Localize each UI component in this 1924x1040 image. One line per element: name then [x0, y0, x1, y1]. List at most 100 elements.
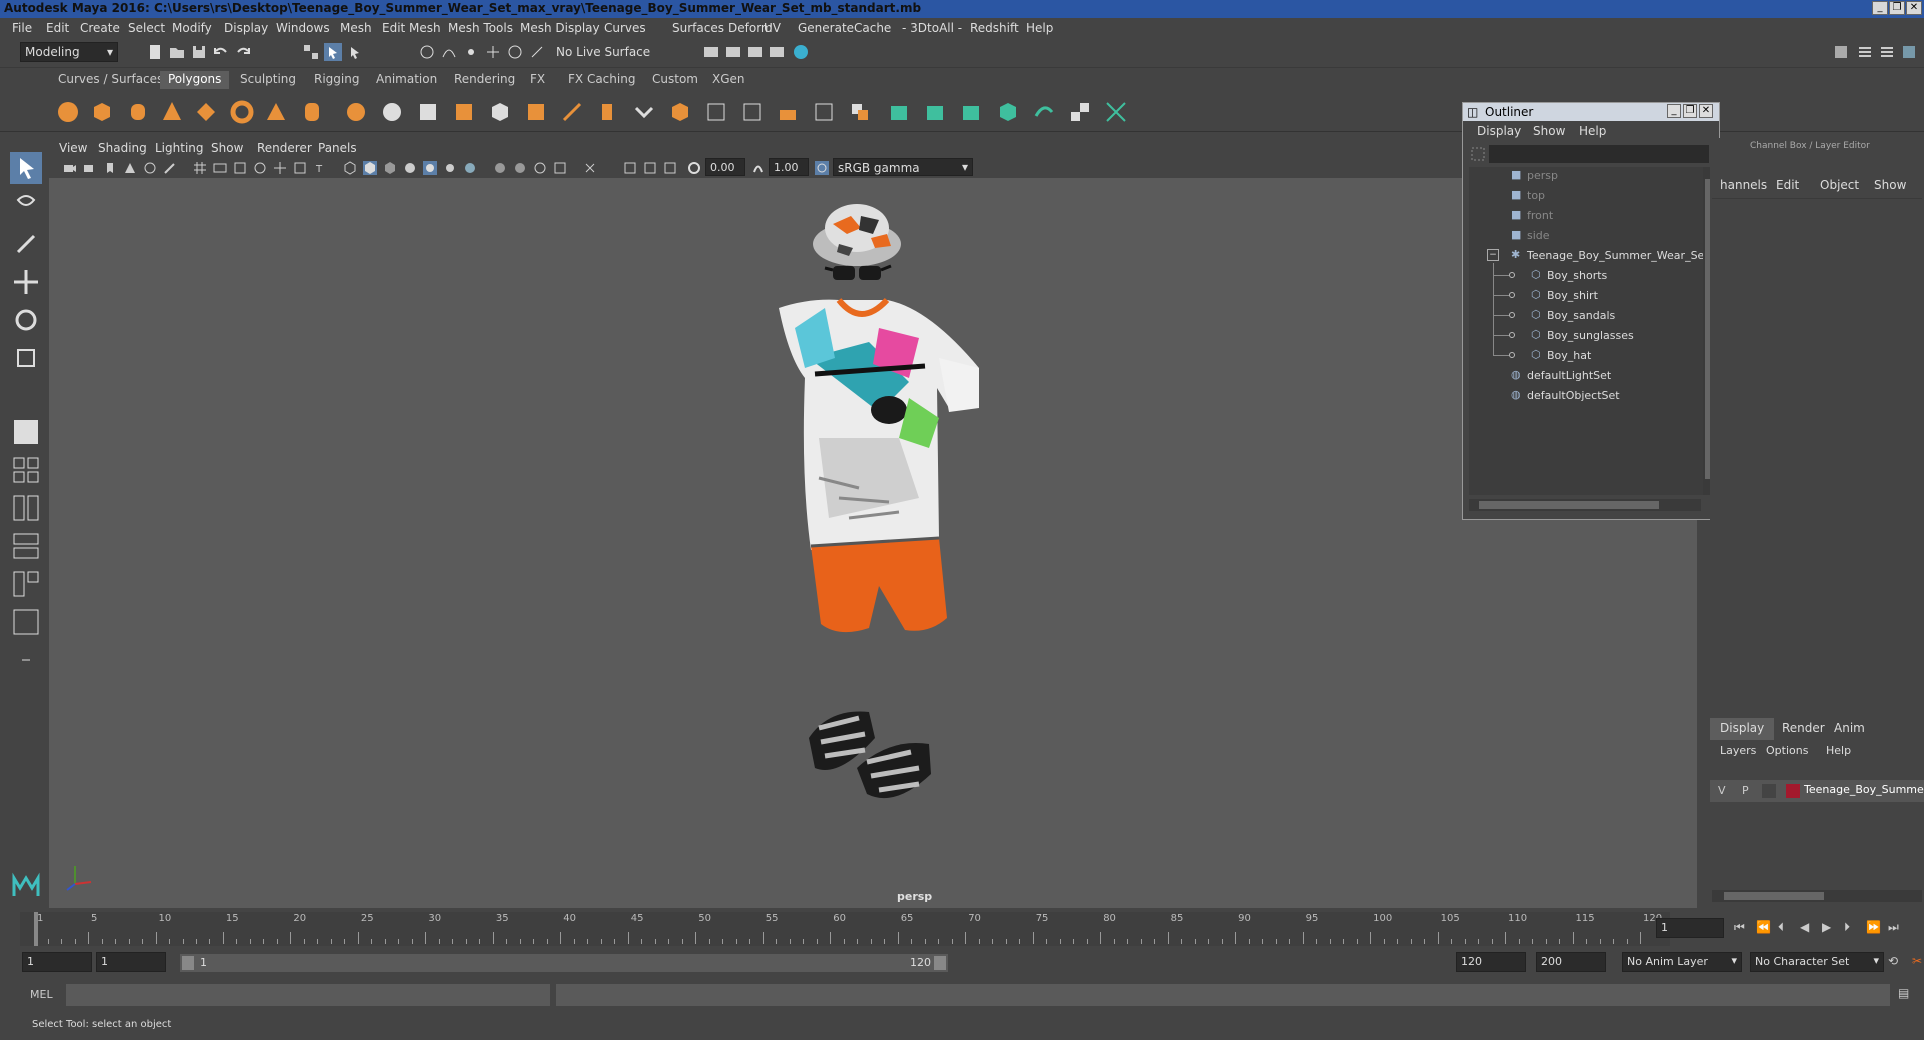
step-forward-key-icon[interactable]: ⏩: [1866, 920, 1881, 934]
undo-icon[interactable]: [212, 43, 230, 61]
resolution-gate-icon[interactable]: [233, 161, 247, 175]
playback-start-field[interactable]: 1: [96, 952, 166, 972]
snap-view-plane-icon[interactable]: [484, 43, 502, 61]
shelf-tab-sculpting[interactable]: Sculpting: [232, 71, 304, 89]
checker-map-icon[interactable]: [1068, 100, 1092, 124]
menu-3dtoall[interactable]: - 3DtoAll -: [902, 21, 962, 35]
outliner-item[interactable]: ■ top: [1469, 187, 1705, 205]
filter-icon[interactable]: [1471, 147, 1485, 161]
insert-edge-loop-icon[interactable]: [704, 100, 728, 124]
bool-icon[interactable]: [668, 100, 692, 124]
render-sphere-icon[interactable]: [792, 43, 810, 61]
outliner-close-button[interactable]: ✕: [1699, 104, 1713, 118]
channel-box-menu-object[interactable]: Object: [1820, 178, 1859, 192]
shelf-tab-fx-caching[interactable]: FX Caching: [560, 71, 643, 89]
xray-components-icon[interactable]: [643, 161, 657, 175]
poly-cube-icon[interactable]: [90, 100, 114, 124]
cut-uv-icon[interactable]: [996, 100, 1020, 124]
snap-curve-icon[interactable]: [440, 43, 458, 61]
script-language-label[interactable]: MEL: [30, 988, 53, 1001]
select-hierarchy-icon[interactable]: [302, 43, 320, 61]
outliner-maximize-button[interactable]: ❐: [1683, 104, 1697, 118]
xray-icon[interactable]: [583, 161, 597, 175]
render-settings-icon[interactable]: [746, 43, 764, 61]
scrollbar-thumb[interactable]: [1479, 501, 1659, 509]
more-layouts-icon[interactable]: [10, 644, 42, 676]
minimize-button[interactable]: _: [1872, 1, 1888, 15]
outliner-item[interactable]: ⬡ Boy_sandals: [1469, 307, 1705, 325]
unfold-icon[interactable]: [924, 100, 948, 124]
shelf-tab-fx[interactable]: FX: [522, 71, 553, 89]
channel-box-menu-edit[interactable]: Edit: [1776, 178, 1799, 192]
rotate-tool-icon[interactable]: [10, 304, 42, 336]
menu-uv[interactable]: UV: [764, 21, 781, 35]
menu-mesh-tools[interactable]: Mesh Tools: [448, 21, 513, 35]
scale-tool-icon[interactable]: [10, 342, 42, 374]
multisample-aa-icon[interactable]: [513, 161, 527, 175]
maximize-button[interactable]: ❐: [1889, 1, 1905, 15]
outliner-item[interactable]: ■ front: [1469, 207, 1705, 225]
panel-menu-renderer[interactable]: Renderer: [257, 141, 312, 155]
shelf-tab-custom[interactable]: Custom: [644, 71, 706, 89]
outliner-item[interactable]: ⬡ Boy_hat: [1469, 347, 1705, 365]
paint-select-tool-icon[interactable]: [10, 228, 42, 260]
outliner-search-input[interactable]: [1489, 145, 1709, 163]
select-component-icon[interactable]: [346, 43, 364, 61]
uv-editor-icon[interactable]: [888, 100, 912, 124]
menu-mesh[interactable]: Mesh: [340, 21, 372, 35]
mirror-icon[interactable]: [416, 100, 440, 124]
field-chart-icon[interactable]: [273, 161, 287, 175]
close-button[interactable]: ✕: [1906, 1, 1922, 15]
auto-key-icon[interactable]: ⟲: [1888, 954, 1898, 968]
use-all-lights-icon[interactable]: [423, 161, 437, 175]
wireframe-on-shaded-icon[interactable]: [383, 161, 397, 175]
shelf-tab-curves-surfaces[interactable]: Curves / Surfaces: [50, 71, 171, 89]
go-to-start-icon[interactable]: ⏮: [1734, 920, 1745, 935]
gate-mask-icon[interactable]: [253, 161, 267, 175]
animation-start-field[interactable]: 1: [22, 952, 92, 972]
depth-of-field-icon[interactable]: [533, 161, 547, 175]
script-editor-icon[interactable]: ▤: [1898, 986, 1909, 1000]
current-time-indicator[interactable]: [34, 912, 38, 946]
maya-logo-icon[interactable]: [10, 870, 42, 902]
reduce-icon[interactable]: [488, 100, 512, 124]
snap-grid-icon[interactable]: [418, 43, 436, 61]
command-input[interactable]: [66, 984, 550, 1006]
outliner-layout-icon[interactable]: [10, 606, 42, 638]
menu-surfaces[interactable]: Surfaces: [672, 21, 724, 35]
attribute-editor-icon[interactable]: [1856, 43, 1874, 61]
character-set-dropdown[interactable]: No Character Set ▾: [1750, 952, 1884, 972]
remesh-icon[interactable]: [524, 100, 548, 124]
step-back-key-icon[interactable]: ⏪: [1756, 920, 1771, 934]
layer-type-toggle[interactable]: [1762, 784, 1776, 798]
exposure-field[interactable]: 0.00: [705, 158, 745, 176]
new-scene-icon[interactable]: [146, 43, 164, 61]
poly-plane-icon[interactable]: [194, 100, 218, 124]
scrollbar-thumb[interactable]: [1724, 892, 1824, 900]
menu-modify[interactable]: Modify: [172, 21, 212, 35]
grease-pencil-icon[interactable]: [163, 161, 177, 175]
outliner-item[interactable]: ■ side: [1469, 227, 1705, 245]
animation-end-field[interactable]: 200: [1536, 952, 1606, 972]
exposure-icon[interactable]: [687, 161, 701, 175]
view-transform-dropdown[interactable]: sRGB gamma ▾: [833, 158, 973, 176]
ipr-render-icon[interactable]: [724, 43, 742, 61]
layer-editor-scrollbar[interactable]: [1712, 890, 1922, 902]
single-perspective-layout-icon[interactable]: [10, 416, 42, 448]
layer-visibility-toggle[interactable]: V: [1718, 784, 1726, 797]
panel-menu-view[interactable]: View: [59, 141, 87, 155]
layer-name[interactable]: Teenage_Boy_Summer_: [1804, 783, 1924, 796]
color-management-icon[interactable]: [815, 161, 829, 175]
outliner-menu-show[interactable]: Show: [1533, 124, 1565, 138]
target-weld-icon[interactable]: [776, 100, 800, 124]
gamma-field[interactable]: 1.00: [769, 158, 809, 176]
layer-menu-help[interactable]: Help: [1826, 744, 1851, 757]
persp-outliner-layout-icon[interactable]: [10, 492, 42, 524]
hypershade-icon[interactable]: [768, 43, 786, 61]
tool-settings-icon[interactable]: [1878, 43, 1896, 61]
snap-point-icon[interactable]: [462, 43, 480, 61]
range-end-handle[interactable]: [934, 956, 946, 970]
layer-menu-layers[interactable]: Layers: [1720, 744, 1756, 757]
time-slider[interactable]: 1 5 10 15 20 25 30 35 40 45 50 55 60 65 70 75 80 85 90 95 10…: [20, 912, 1670, 946]
menu-mesh-display[interactable]: Mesh Display: [520, 21, 600, 35]
